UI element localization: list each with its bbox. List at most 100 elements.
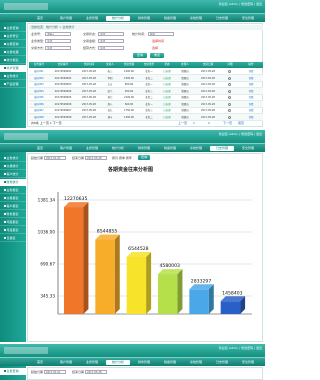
sidebar-item-label: 客户统计 bbox=[6, 172, 19, 176]
end-date-label: 结束日期 bbox=[72, 370, 85, 374]
magnifier-icon[interactable] bbox=[228, 96, 231, 99]
nav-item-7[interactable]: 日志管理 bbox=[210, 16, 234, 21]
sidebar-item-0[interactable]: 业务统计 bbox=[0, 155, 26, 162]
start-date-label: 起始日期 bbox=[31, 370, 44, 374]
nav-item-4[interactable]: 财务管理 bbox=[132, 360, 156, 365]
magnifier-icon[interactable] bbox=[228, 115, 231, 119]
nav-item-4[interactable]: 财务管理 bbox=[132, 16, 156, 21]
nav-item-2[interactable]: 业务管理 bbox=[80, 16, 104, 21]
chart-search-button[interactable]: 查询 bbox=[138, 155, 150, 160]
sidebar-item-6[interactable]: 业务统计 bbox=[0, 73, 26, 80]
magnifier-icon[interactable] bbox=[228, 109, 231, 112]
sidebar-item-label: 客户报表 bbox=[6, 204, 19, 208]
nav-item-4[interactable]: 财务管理 bbox=[132, 146, 156, 151]
end-date-input[interactable]: 2017-05-28 bbox=[85, 156, 107, 160]
pager-item[interactable]: 上一页 bbox=[178, 121, 187, 125]
business-type-select[interactable]: 全部 bbox=[45, 39, 71, 43]
nav-item-0[interactable]: 首页 bbox=[28, 16, 52, 21]
nav-item-6[interactable]: 系统管理 bbox=[184, 146, 208, 151]
nav-item-0[interactable]: 首页 bbox=[28, 146, 52, 151]
y-tick-label: 345.33 bbox=[40, 294, 55, 299]
status-select[interactable]: 全部 bbox=[98, 32, 124, 36]
pager-item[interactable]: 1 bbox=[193, 121, 195, 125]
sidebar-item-0[interactable]: 业务查询 bbox=[0, 25, 26, 32]
magnifier-icon[interactable] bbox=[228, 70, 231, 73]
sidebar-item-label: 年度报表 bbox=[6, 220, 19, 224]
nav-item-1[interactable]: 客户管理 bbox=[54, 360, 78, 365]
bar-2 bbox=[95, 234, 120, 314]
user-links[interactable]: 欢迎您 admin | 修改密码 | 退出 bbox=[219, 132, 262, 136]
business-no-input[interactable]: 请输入 bbox=[45, 32, 71, 36]
reset-button[interactable]: 重置 bbox=[150, 53, 164, 58]
table-cell-id[interactable]: 编号008 bbox=[29, 114, 49, 121]
user-links[interactable]: 欢迎您 admin | 修改密码 | 退出 bbox=[219, 346, 262, 350]
nav-item-6[interactable]: 系统管理 bbox=[184, 360, 208, 365]
sidebar-item-9[interactable]: 月度报表 bbox=[0, 227, 26, 234]
sidebar-item-4[interactable]: 业务报表 bbox=[0, 187, 26, 194]
y-tick-label: 690.67 bbox=[40, 262, 55, 267]
bar-side bbox=[114, 234, 120, 314]
bar-side bbox=[177, 269, 183, 314]
sidebar-item-5[interactable]: 交易报表 bbox=[0, 195, 26, 202]
sidebar-item-5[interactable]: 商户管理 bbox=[0, 65, 26, 72]
nav-item-7[interactable]: 日志管理 bbox=[210, 146, 234, 151]
sidebar-item-3[interactable]: 交易处理 bbox=[0, 49, 26, 56]
sidebar-item-1[interactable]: 业务登记 bbox=[0, 33, 26, 40]
pager-item[interactable]: 尾页 bbox=[238, 121, 244, 125]
nav-item-2[interactable]: 业务管理 bbox=[80, 360, 104, 365]
sidebar-item-6[interactable]: 客户报表 bbox=[0, 203, 26, 210]
nav-item-3[interactable]: 统计分析 bbox=[106, 146, 130, 151]
sidebar-item-3[interactable]: 财务统计 bbox=[0, 179, 26, 186]
nav-item-8[interactable]: 安全管理 bbox=[236, 16, 260, 21]
user-links[interactable]: 欢迎您 admin | 修改密码 | 退出 bbox=[219, 2, 262, 6]
choose-link[interactable]: 选择 bbox=[152, 46, 158, 50]
nav-item-8[interactable]: 安全管理 bbox=[236, 360, 260, 365]
sidebar-item-1[interactable]: 交易统计 bbox=[0, 163, 26, 170]
nav-item-1[interactable]: 客户管理 bbox=[54, 16, 78, 21]
nav-item-8[interactable]: 安全管理 bbox=[236, 146, 260, 151]
start-date-input[interactable]: 2017-01-01 bbox=[44, 156, 66, 160]
sidebar-item-label: 统计报表 bbox=[6, 58, 19, 62]
magnifier-icon[interactable] bbox=[228, 89, 231, 93]
sidebar-item-query[interactable]: 业务查询 bbox=[0, 368, 26, 375]
nav-item-3[interactable]: 统计分析 bbox=[106, 16, 130, 21]
sidebar-item-7[interactable]: 财务报表 bbox=[0, 211, 26, 218]
nav-item-5[interactable]: 档案管理 bbox=[158, 360, 182, 365]
nav-item-1[interactable]: 客户管理 bbox=[54, 146, 78, 151]
sidebar-item-label: 商户管理 bbox=[6, 66, 19, 70]
app-logo bbox=[4, 347, 48, 354]
sidebar-item-8[interactable]: 年度报表 bbox=[0, 219, 26, 226]
sidebar-item-4[interactable]: 统计报表 bbox=[0, 57, 26, 64]
sidebar-item-10[interactable]: 日报表 bbox=[0, 235, 26, 242]
trade-method-select[interactable]: 全部 bbox=[45, 46, 71, 50]
end-date-input[interactable]: 2017-05-28 bbox=[85, 370, 107, 374]
magnifier-icon[interactable] bbox=[228, 76, 231, 80]
sidebar-item-7[interactable]: 产品管理 bbox=[0, 81, 26, 88]
sidebar-item-2[interactable]: 交易查询 bbox=[0, 41, 26, 48]
choose-time-link[interactable]: 选择时间 bbox=[152, 39, 164, 43]
nav-item-5[interactable]: 档案管理 bbox=[158, 146, 182, 151]
stat-time-input[interactable]: 开始 bbox=[148, 32, 174, 36]
sidebar-item-label: 交易处理 bbox=[6, 50, 19, 54]
table-cell-act[interactable]: 详情 bbox=[239, 114, 263, 121]
nav-item-6[interactable]: 系统管理 bbox=[184, 16, 208, 21]
nav-item-3[interactable]: 统计分析 bbox=[106, 360, 130, 365]
start-date-input[interactable]: 2017-01-01 bbox=[44, 370, 66, 374]
amount-select[interactable]: 全部 bbox=[98, 39, 124, 43]
bullet-icon bbox=[4, 181, 6, 183]
settle-method-select[interactable]: 全部 bbox=[98, 46, 124, 50]
bar-front bbox=[95, 239, 115, 314]
magnifier-icon[interactable] bbox=[228, 83, 231, 86]
filter-label-4: 业务类型： bbox=[31, 39, 47, 43]
pager-item[interactable]: 2 bbox=[208, 121, 210, 125]
magnifier-icon[interactable] bbox=[228, 102, 231, 106]
search-button[interactable]: 查询 bbox=[133, 53, 147, 58]
period-options[interactable]: 按月 按季 按年 bbox=[112, 156, 132, 160]
bullet-icon bbox=[4, 189, 6, 191]
nav-item-2[interactable]: 业务管理 bbox=[80, 146, 104, 151]
sidebar-item-2[interactable]: 客户统计 bbox=[0, 171, 26, 178]
nav-item-5[interactable]: 档案管理 bbox=[158, 16, 182, 21]
nav-item-0[interactable]: 首页 bbox=[28, 360, 52, 365]
nav-item-7[interactable]: 日志管理 bbox=[210, 360, 234, 365]
pager-item[interactable]: 下一页 bbox=[223, 121, 232, 125]
